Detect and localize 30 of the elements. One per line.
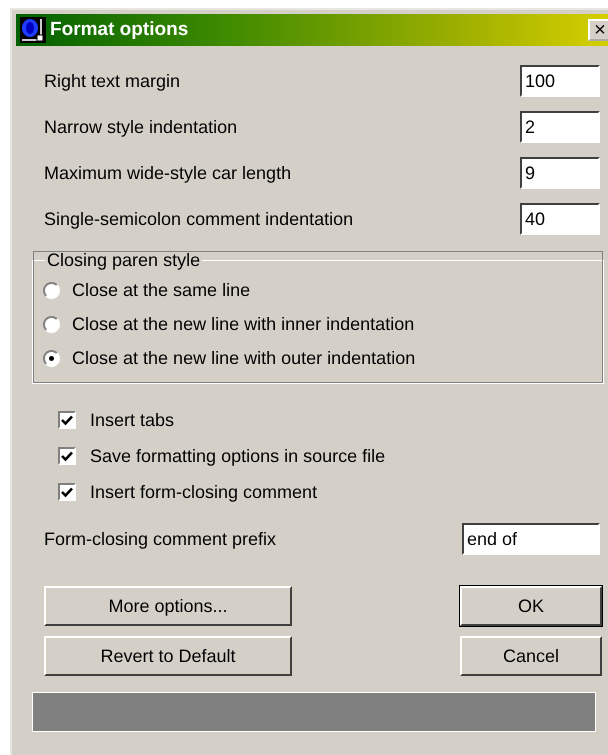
ok-button[interactable]: OK xyxy=(460,586,602,626)
checkbox-label: Save formatting options in source file xyxy=(90,446,386,466)
number-field[interactable]: 100 xyxy=(520,65,600,97)
checkbox-label: Insert form-closing comment xyxy=(90,482,318,502)
field-label: Right text margin xyxy=(44,70,180,92)
field-label: Form-closing comment prefix xyxy=(44,528,276,550)
field-label: Narrow style indentation xyxy=(44,116,238,138)
window-title: Format options xyxy=(50,19,190,41)
number-field[interactable]: 2 xyxy=(520,111,600,143)
checkbox[interactable] xyxy=(58,447,76,465)
checkbox-label: Insert tabs xyxy=(90,410,174,430)
checkbox[interactable] xyxy=(58,411,76,429)
close-button[interactable]: × xyxy=(588,19,608,41)
field-label: Single-semicolon comment indentation xyxy=(44,208,354,230)
radio-button[interactable] xyxy=(43,282,60,298)
checkbox[interactable] xyxy=(58,483,76,501)
app-icon xyxy=(20,17,46,43)
option-label: Close at the same line xyxy=(72,280,250,300)
radio-button[interactable] xyxy=(43,350,60,366)
dialog-button[interactable]: Revert to Default xyxy=(44,636,292,676)
field-label: Maximum wide-style car length xyxy=(44,162,292,184)
dialog-button[interactable]: More options... xyxy=(44,586,292,626)
group-title: Closing paren style xyxy=(46,250,202,271)
cancel-button[interactable]: Cancel xyxy=(460,636,602,676)
option-label: Close at the new line with outer indentation xyxy=(72,348,416,368)
text-field[interactable]: end of xyxy=(462,523,600,555)
radio-button[interactable] xyxy=(43,316,60,332)
number-field[interactable]: 9 xyxy=(520,157,600,189)
option-label: Close at the new line with inner indentation xyxy=(72,314,414,334)
number-field[interactable]: 40 xyxy=(520,203,600,235)
